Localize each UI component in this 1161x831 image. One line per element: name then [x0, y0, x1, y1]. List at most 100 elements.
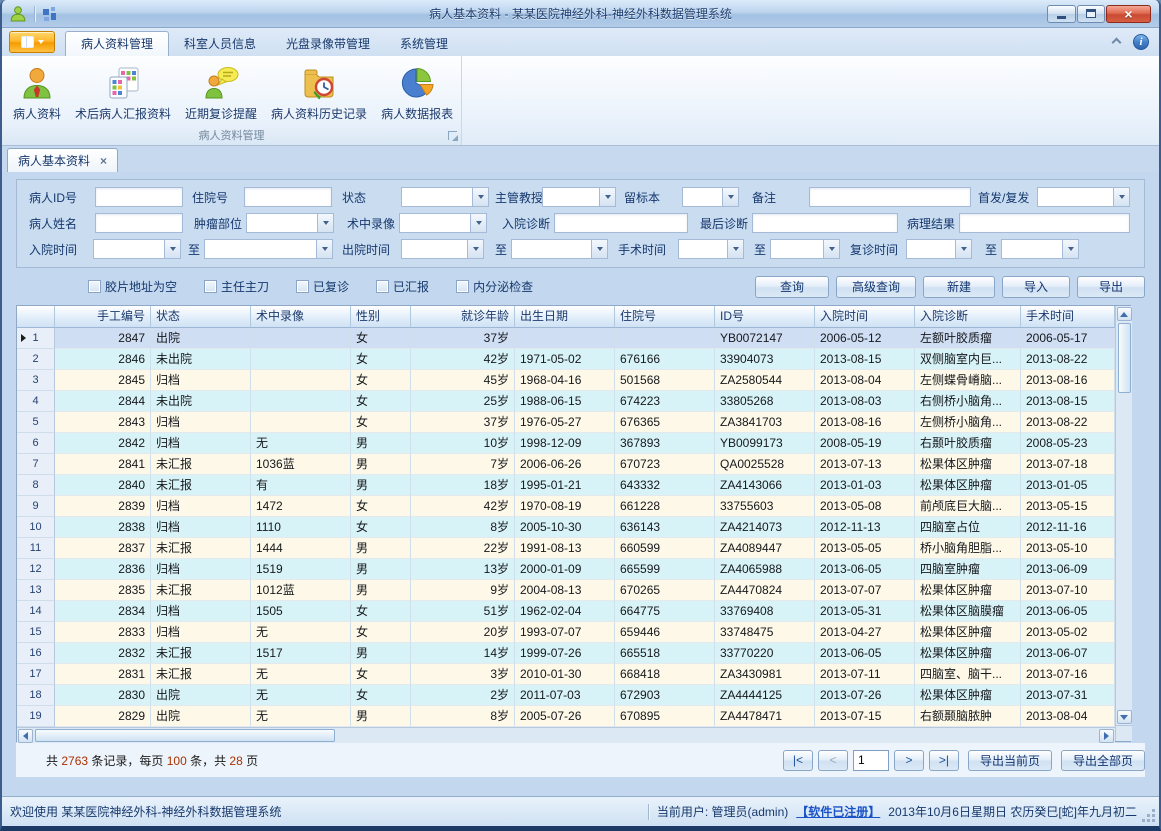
table-row[interactable]: 12847出院女37岁YB00721472006-05-12左额叶胶质瘤2006… [17, 328, 1115, 349]
table-row[interactable]: 22846未出院女42岁1971-05-02676166339040732013… [17, 349, 1115, 370]
column-header-9[interactable]: 入院时间 [815, 306, 915, 328]
filter-input[interactable] [244, 187, 332, 207]
next-page-button[interactable]: > [894, 750, 924, 771]
vertical-scroll-thumb[interactable] [1118, 323, 1131, 393]
ribbon-action-2[interactable]: 近期复诊提醒 [178, 60, 264, 125]
tab-close-icon[interactable]: × [100, 155, 107, 167]
table-row[interactable]: 132835未汇报1012蓝男9岁2004-08-13670265ZA44708… [17, 580, 1115, 601]
table-row[interactable]: 182830出院无女2岁2011-07-03672903ZA4444125201… [17, 685, 1115, 706]
ribbon-action-0[interactable]: 病人资料 [6, 60, 68, 125]
scroll-up-button[interactable] [1117, 307, 1132, 321]
checkbox-3[interactable]: 已汇报 [376, 278, 429, 295]
chevron-down-icon[interactable] [599, 188, 615, 206]
ribbon-tab-0[interactable]: 病人资料管理 [65, 31, 169, 56]
chevron-down-icon[interactable] [164, 240, 180, 258]
filter-input[interactable] [95, 213, 183, 233]
ribbon-tab-3[interactable]: 系统管理 [385, 32, 463, 56]
column-header-10[interactable]: 入院诊断 [915, 306, 1021, 328]
filter-combo[interactable] [682, 187, 739, 207]
info-icon[interactable]: i [1133, 34, 1149, 50]
checkbox-box[interactable] [204, 280, 217, 293]
checkbox-1[interactable]: 主任主刀 [204, 278, 269, 295]
checkbox-2[interactable]: 已复诊 [296, 278, 349, 295]
vertical-scrollbar[interactable] [1115, 306, 1132, 741]
chevron-down-icon[interactable] [722, 188, 738, 206]
titlebar[interactable]: 病人基本资料 - 某某医院神经外科-神经外科数据管理系统 × [2, 0, 1159, 28]
registered-link[interactable]: 【软件已注册】 [796, 803, 880, 820]
export-current-page-button[interactable]: 导出当前页 [968, 750, 1052, 771]
filter-input[interactable] [752, 213, 898, 233]
first-page-button[interactable]: |< [783, 750, 813, 771]
export-button[interactable]: 导出 [1077, 276, 1145, 298]
ribbon-action-4[interactable]: 病人数据报表 [374, 60, 460, 125]
column-header-4[interactable]: 性别 [351, 306, 411, 328]
checkbox-box[interactable] [296, 280, 309, 293]
horizontal-scroll-thumb[interactable] [35, 729, 335, 742]
minimize-button[interactable] [1047, 5, 1076, 23]
column-header-1[interactable]: 手工编号 [55, 306, 151, 328]
chevron-down-icon[interactable] [1113, 188, 1129, 206]
scroll-right-button[interactable] [1099, 729, 1114, 743]
scroll-left-button[interactable] [18, 729, 33, 743]
column-header-6[interactable]: 出生日期 [515, 306, 615, 328]
chevron-down-icon[interactable] [727, 240, 743, 258]
table-row[interactable]: 72841未汇报1036蓝男7岁2006-06-26670723QA002552… [17, 454, 1115, 475]
chevron-down-icon[interactable] [472, 188, 488, 206]
new-button[interactable]: 新建 [923, 276, 995, 298]
checkbox-box[interactable] [88, 280, 101, 293]
advanced-query-button[interactable]: 高级查询 [836, 276, 916, 298]
chevron-down-icon[interactable] [470, 214, 486, 232]
prev-page-button[interactable]: < [818, 750, 848, 771]
filter-combo[interactable] [542, 187, 616, 207]
filter-combo[interactable] [246, 213, 334, 233]
page-number-input[interactable] [853, 750, 889, 771]
checkbox-box[interactable] [376, 280, 389, 293]
table-row[interactable]: 102838归档1110女8岁2005-10-30636143ZA4214073… [17, 517, 1115, 538]
filter-combo[interactable] [93, 239, 181, 259]
table-row[interactable]: 32845归档女45岁1968-04-16501568ZA25805442013… [17, 370, 1115, 391]
chevron-down-icon[interactable] [317, 214, 333, 232]
filter-combo[interactable] [401, 187, 489, 207]
checkbox-4[interactable]: 内分泌检查 [456, 278, 533, 295]
query-button[interactable]: 查询 [755, 276, 829, 298]
table-row[interactable]: 162832未汇报1517男14岁1999-07-266655183377022… [17, 643, 1115, 664]
chevron-down-icon[interactable] [467, 240, 483, 258]
ribbon-tab-2[interactable]: 光盘录像带管理 [271, 32, 385, 56]
checkbox-0[interactable]: 胶片地址为空 [88, 278, 177, 295]
chevron-down-icon[interactable] [316, 240, 332, 258]
filter-combo[interactable] [770, 239, 840, 259]
checkbox-box[interactable] [456, 280, 469, 293]
column-header-11[interactable]: 手术时间 [1021, 306, 1115, 328]
column-header-7[interactable]: 住院号 [615, 306, 715, 328]
chevron-down-icon[interactable] [1062, 240, 1078, 258]
chevron-down-icon[interactable] [823, 240, 839, 258]
table-row[interactable]: 122836归档1519男13岁2000-01-09665599ZA406598… [17, 559, 1115, 580]
chevron-down-icon[interactable] [955, 240, 971, 258]
filter-combo[interactable] [511, 239, 608, 259]
scroll-down-button[interactable] [1117, 710, 1132, 724]
table-row[interactable]: 62842归档无男10岁1998-12-09367893YB0099173200… [17, 433, 1115, 454]
table-row[interactable]: 52843归档女37岁1976-05-27676365ZA38417032013… [17, 412, 1115, 433]
filter-input[interactable] [95, 187, 183, 207]
table-row[interactable]: 112837未汇报1444男22岁1991-08-13660599ZA40894… [17, 538, 1115, 559]
filter-input[interactable] [554, 213, 688, 233]
filter-input[interactable] [959, 213, 1130, 233]
table-row[interactable]: 82840未汇报有男18岁1995-01-21643332ZA414306620… [17, 475, 1115, 496]
dialog-launcher-icon[interactable] [448, 131, 457, 140]
app-menu-button[interactable] [9, 31, 55, 53]
horizontal-scroll-track[interactable] [34, 729, 1098, 743]
export-all-pages-button[interactable]: 导出全部页 [1061, 750, 1145, 771]
filter-combo[interactable] [401, 239, 484, 259]
column-header-0[interactable] [17, 306, 55, 328]
horizontal-scrollbar[interactable] [17, 727, 1115, 743]
filter-combo[interactable] [1001, 239, 1079, 259]
filter-combo[interactable] [204, 239, 333, 259]
column-header-2[interactable]: 状态 [151, 306, 251, 328]
vertical-scroll-track[interactable] [1117, 322, 1132, 709]
column-header-5[interactable]: 就诊年龄 [411, 306, 515, 328]
ribbon-action-3[interactable]: 病人资料历史记录 [264, 60, 374, 125]
table-row[interactable]: 142834归档1505女51岁1962-02-0466477533769408… [17, 601, 1115, 622]
table-row[interactable]: 172831未汇报无女3岁2010-01-30668418ZA343098120… [17, 664, 1115, 685]
table-row[interactable]: 92839归档1472女42岁1970-08-19661228337556032… [17, 496, 1115, 517]
last-page-button[interactable]: >| [929, 750, 959, 771]
